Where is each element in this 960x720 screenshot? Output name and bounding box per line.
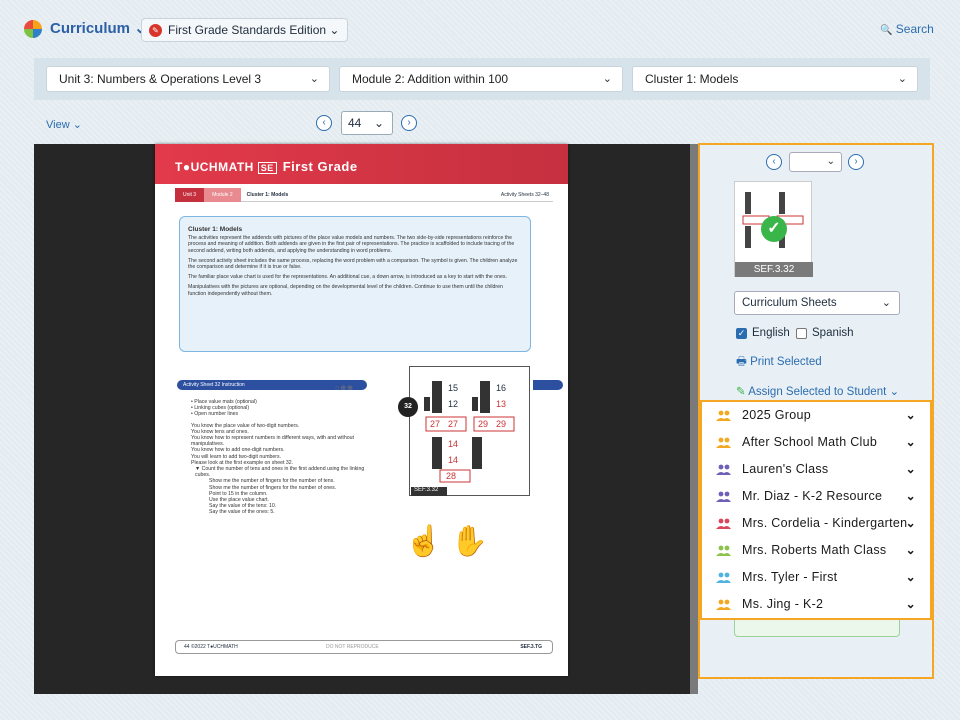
- chevron-down-icon: ⌄: [905, 543, 916, 557]
- group-name: Ms. Jing - K-2: [742, 597, 824, 611]
- group-people-icon: [716, 572, 731, 583]
- chevron-down-icon: ⌄: [905, 516, 916, 530]
- edition-icon: ✎: [149, 24, 162, 37]
- chevron-down-icon: ⌄: [905, 408, 916, 422]
- page-breadcrumb: Unit 3 Module 2 Cluster 1: Models Activity …: [175, 188, 553, 202]
- chevron-down-icon: ⌄: [72, 119, 82, 131]
- next-page-button[interactable]: ›: [401, 115, 417, 131]
- group-item[interactable]: Mrs. Roberts Math Class ⌄: [702, 537, 930, 564]
- activity-heading-end: [533, 380, 563, 390]
- module-dropdown[interactable]: Module 2: Addition within 100 ⌄: [339, 66, 623, 92]
- group-item[interactable]: Mr. Diaz - K-2 Resource ⌄: [702, 483, 930, 510]
- group-dropdown-list: 2025 Group ⌄ After School Math Club ⌄ Lauren…: [700, 400, 932, 620]
- group-item[interactable]: 2025 Group ⌄: [702, 402, 930, 429]
- view-menu[interactable]: View ⌄: [46, 118, 82, 131]
- selector-bar: Unit 3: Numbers & Operations Level 3 ⌄ Mo…: [34, 58, 930, 100]
- group-item[interactable]: Ms. Jing - K-2 ⌄: [702, 591, 930, 618]
- group-people-icon: [716, 545, 731, 556]
- activity-sheet-preview: 32 15 16 12 13 27 27 29 29 14 14 28 SEF.…: [398, 366, 530, 496]
- chevron-down-icon: ⌄: [905, 489, 916, 503]
- printer-icon: 🖶: [736, 356, 747, 368]
- page-footer: 44 ©2022 T●UCHMATH DO NOT REPRODUCE SEF.…: [175, 640, 553, 654]
- checkbox-checked-icon: ✓: [736, 327, 747, 339]
- group-people-icon: [716, 518, 731, 529]
- activity-icons: ○⊕⊕: [335, 385, 354, 392]
- group-name: After School Math Club: [742, 435, 878, 449]
- brand-logo: T●UCHMATH: [175, 160, 254, 174]
- sheet-illustration: [411, 381, 515, 496]
- sheet-thumbnail[interactable]: ✓ SEF.3.32: [734, 181, 813, 277]
- group-name: Mrs. Roberts Math Class: [742, 543, 887, 557]
- page-select[interactable]: 44 ⌄: [341, 111, 393, 135]
- group-people-icon: [716, 599, 731, 610]
- chevron-down-icon: ⌄: [826, 156, 835, 167]
- assign-selected-button[interactable]: ✎ Assign Selected to Student ⌄: [736, 384, 899, 398]
- group-people-icon: [716, 464, 731, 475]
- english-checkbox[interactable]: ✓ English: [736, 327, 790, 339]
- curriculum-menu[interactable]: Curriculum ⌄: [50, 19, 147, 37]
- page-title: First Grade: [282, 159, 358, 174]
- finger-counting-illustration: ☝ ✋: [405, 525, 489, 558]
- chevron-down-icon: ⌄: [309, 73, 319, 85]
- thumbnail-caption: SEF.3.32: [735, 262, 813, 277]
- chevron-down-icon: ⌄: [905, 435, 916, 449]
- group-people-icon: [716, 410, 731, 421]
- group-people-icon: [716, 437, 731, 448]
- chevron-down-icon: ⌄: [897, 73, 907, 85]
- group-name: Mrs. Tyler - First: [742, 570, 838, 584]
- chevron-left-icon: ‹: [772, 156, 776, 167]
- assign-icon: ✎: [736, 386, 746, 398]
- chevron-down-icon: ⌄: [602, 73, 612, 85]
- chevron-down-icon: ⌄: [905, 597, 916, 611]
- selected-check-icon: ✓: [761, 216, 787, 242]
- chevron-right-icon: ›: [407, 117, 411, 128]
- print-selected-button[interactable]: 🖶 Print Selected: [736, 354, 822, 373]
- chevron-down-icon: ⌄: [373, 116, 384, 130]
- curriculum-logo-icon: [24, 20, 42, 38]
- top-bar: Curriculum ⌄ ✎ First Grade Standards Edi…: [0, 0, 960, 62]
- prev-page-button[interactable]: ‹: [316, 115, 332, 131]
- group-name: 2025 Group: [742, 408, 812, 422]
- sheets-type-dropdown[interactable]: Curriculum Sheets ⌄: [734, 291, 900, 315]
- group-item[interactable]: Mrs. Tyler - First ⌄: [702, 564, 930, 591]
- group-name: Mrs. Cordelia - Kindergarten: [742, 516, 908, 530]
- chevron-left-icon: ‹: [322, 117, 326, 128]
- search-icon: 🔍: [880, 25, 893, 36]
- side-next-button[interactable]: ›: [848, 154, 864, 170]
- spanish-checkbox[interactable]: Spanish: [796, 327, 854, 339]
- edition-badge: SE: [257, 162, 277, 174]
- side-prev-button[interactable]: ‹: [766, 154, 782, 170]
- document-page: T●UCHMATH SE First Grade Unit 3 Module 2 Cl…: [155, 144, 568, 676]
- edition-selector[interactable]: ✎ First Grade Standards Edition ⌄: [141, 18, 349, 42]
- group-name: Mr. Diaz - K-2 Resource: [742, 489, 883, 503]
- instruction-text: • Place value mats (optional) • Linking …: [191, 399, 365, 516]
- chevron-down-icon: ⌄: [905, 462, 916, 476]
- checkbox-unchecked-icon: [796, 327, 807, 339]
- search-button[interactable]: 🔍 Search: [880, 22, 934, 36]
- group-item[interactable]: Mrs. Cordelia - Kindergarten ⌄: [702, 510, 930, 537]
- chevron-down-icon: ⌄: [329, 23, 340, 37]
- side-page-select[interactable]: ⌄: [789, 152, 842, 172]
- chevron-down-icon: ⌄: [905, 570, 916, 584]
- group-people-icon: [716, 491, 731, 502]
- unit-dropdown[interactable]: Unit 3: Numbers & Operations Level 3 ⌄: [46, 66, 330, 92]
- page-header: T●UCHMATH SE First Grade: [155, 144, 568, 184]
- group-item[interactable]: Lauren's Class ⌄: [702, 456, 930, 483]
- group-item[interactable]: After School Math Club ⌄: [702, 429, 930, 456]
- chevron-right-icon: ›: [854, 156, 858, 167]
- cluster-summary-box: Cluster 1: Models The activities represe…: [179, 216, 531, 352]
- chevron-down-icon: ⌄: [881, 297, 891, 309]
- cluster-dropdown[interactable]: Cluster 1: Models ⌄: [632, 66, 918, 92]
- group-name: Lauren's Class: [742, 462, 829, 476]
- viewer-scrollbar[interactable]: [690, 144, 698, 694]
